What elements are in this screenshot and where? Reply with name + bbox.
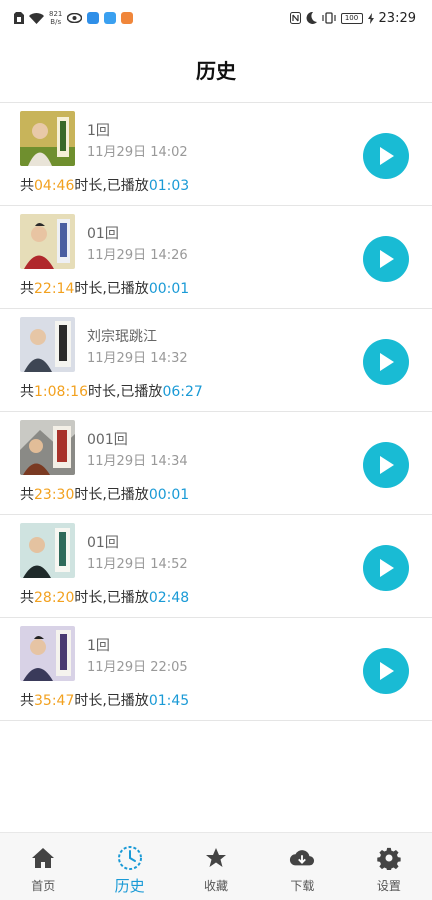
play-date: 11月29日 14:26 [87,248,188,263]
app-notification-icon [121,12,134,24]
tab-history[interactable]: 历史 [86,833,172,900]
clock-icon [117,845,143,871]
play-button[interactable] [363,339,409,385]
gear-icon [376,845,402,871]
nfc-icon [289,12,301,24]
episode-title: 1回 [87,638,110,654]
history-item[interactable]: 1回 11月29日 14:02 共04:46时长,已播放01:03 [0,103,432,206]
tab-label: 下载 [290,879,315,893]
app-notification-icon [104,12,117,24]
history-item[interactable]: 1回 11月29日 22:05 共35:47时长,已播放01:45 [0,618,432,721]
episode-title: 001回 [87,432,128,448]
play-button[interactable] [363,236,409,282]
total-duration: 35:47 [34,693,75,709]
progress-text: 共23:30时长,已播放00:01 [20,487,190,503]
tab-favorites[interactable]: 收藏 [173,833,259,900]
status-bar: 821 B/s 100 23:29 [0,0,432,36]
play-date: 11月29日 14:34 [87,454,188,469]
network-speed: 821 B/s [49,10,63,26]
history-item[interactable]: 01回 11月29日 14:26 共22:14时长,已播放00:01 [0,206,432,309]
history-item[interactable]: 001回 11月29日 14:34 共23:30时长,已播放00:01 [0,412,432,515]
cover-thumbnail [20,523,75,578]
total-duration: 04:46 [34,178,75,194]
tab-label: 收藏 [204,879,229,893]
history-item[interactable]: 01回 11月29日 14:52 共28:20时长,已播放02:48 [0,515,432,618]
progress-text: 共28:20时长,已播放02:48 [20,590,190,606]
cover-thumbnail [20,111,75,166]
play-date: 11月29日 14:32 [87,351,188,366]
played-time: 01:03 [148,178,190,194]
home-icon [30,845,56,871]
progress-text: 共22:14时长,已播放00:01 [20,281,190,297]
play-date: 11月29日 14:02 [87,145,188,160]
progress-text: 共35:47时长,已播放01:45 [20,693,190,709]
history-item[interactable]: 刘宗珉跳江 11月29日 14:32 共1:08:16时长,已播放06:27 [0,309,432,412]
cover-thumbnail [20,626,75,681]
charging-icon [367,12,374,24]
play-date: 11月29日 14:52 [87,557,188,572]
vibrate-icon [321,12,336,24]
tab-label: 首页 [31,879,56,893]
play-icon [380,559,394,577]
cover-thumbnail [20,317,75,372]
page-title: 历史 [196,58,236,83]
play-date: 11月29日 22:05 [87,660,188,675]
play-icon [380,147,394,165]
play-button[interactable] [363,545,409,591]
episode-title: 刘宗珉跳江 [87,329,157,345]
episode-title: 01回 [87,535,119,551]
played-time: 00:01 [148,281,190,297]
cover-thumbnail [20,420,75,475]
bottom-tab-bar: 首页 历史 收藏 下载 设置 [0,832,432,900]
progress-text: 共1:08:16时长,已播放06:27 [20,384,203,400]
play-icon [380,662,394,680]
moon-icon [306,12,317,24]
played-time: 06:27 [162,384,203,400]
total-duration: 1:08:16 [34,384,88,400]
total-duration: 23:30 [34,487,75,503]
tab-downloads[interactable]: 下载 [259,833,345,900]
clock-time: 23:29 [378,10,416,26]
played-time: 01:45 [148,693,190,709]
played-time: 00:01 [148,487,190,503]
episode-title: 01回 [87,226,119,242]
play-icon [380,353,394,371]
star-icon [203,845,229,871]
play-button[interactable] [363,648,409,694]
cover-thumbnail [20,214,75,269]
total-duration: 22:14 [34,281,75,297]
tab-home[interactable]: 首页 [0,833,86,900]
app-notification-icon [87,12,100,24]
play-icon [380,456,394,474]
tab-settings[interactable]: 设置 [346,833,432,900]
play-button[interactable] [363,133,409,179]
history-list: 1回 11月29日 14:02 共04:46时长,已播放01:03 01回 11… [0,102,432,721]
wifi-icon [29,13,44,24]
battery-icon: 100 [340,12,363,24]
page-header: 历史 [0,36,432,102]
tab-label: 设置 [376,879,401,893]
play-icon [380,250,394,268]
tab-label: 历史 [114,877,145,895]
eye-icon [67,13,83,23]
episode-title: 1回 [87,123,110,139]
play-button[interactable] [363,442,409,488]
cloud-download-icon [289,845,315,871]
total-duration: 28:20 [34,590,75,606]
played-time: 02:48 [148,590,190,606]
progress-text: 共04:46时长,已播放01:03 [20,178,190,194]
sim-card-icon [14,12,24,24]
